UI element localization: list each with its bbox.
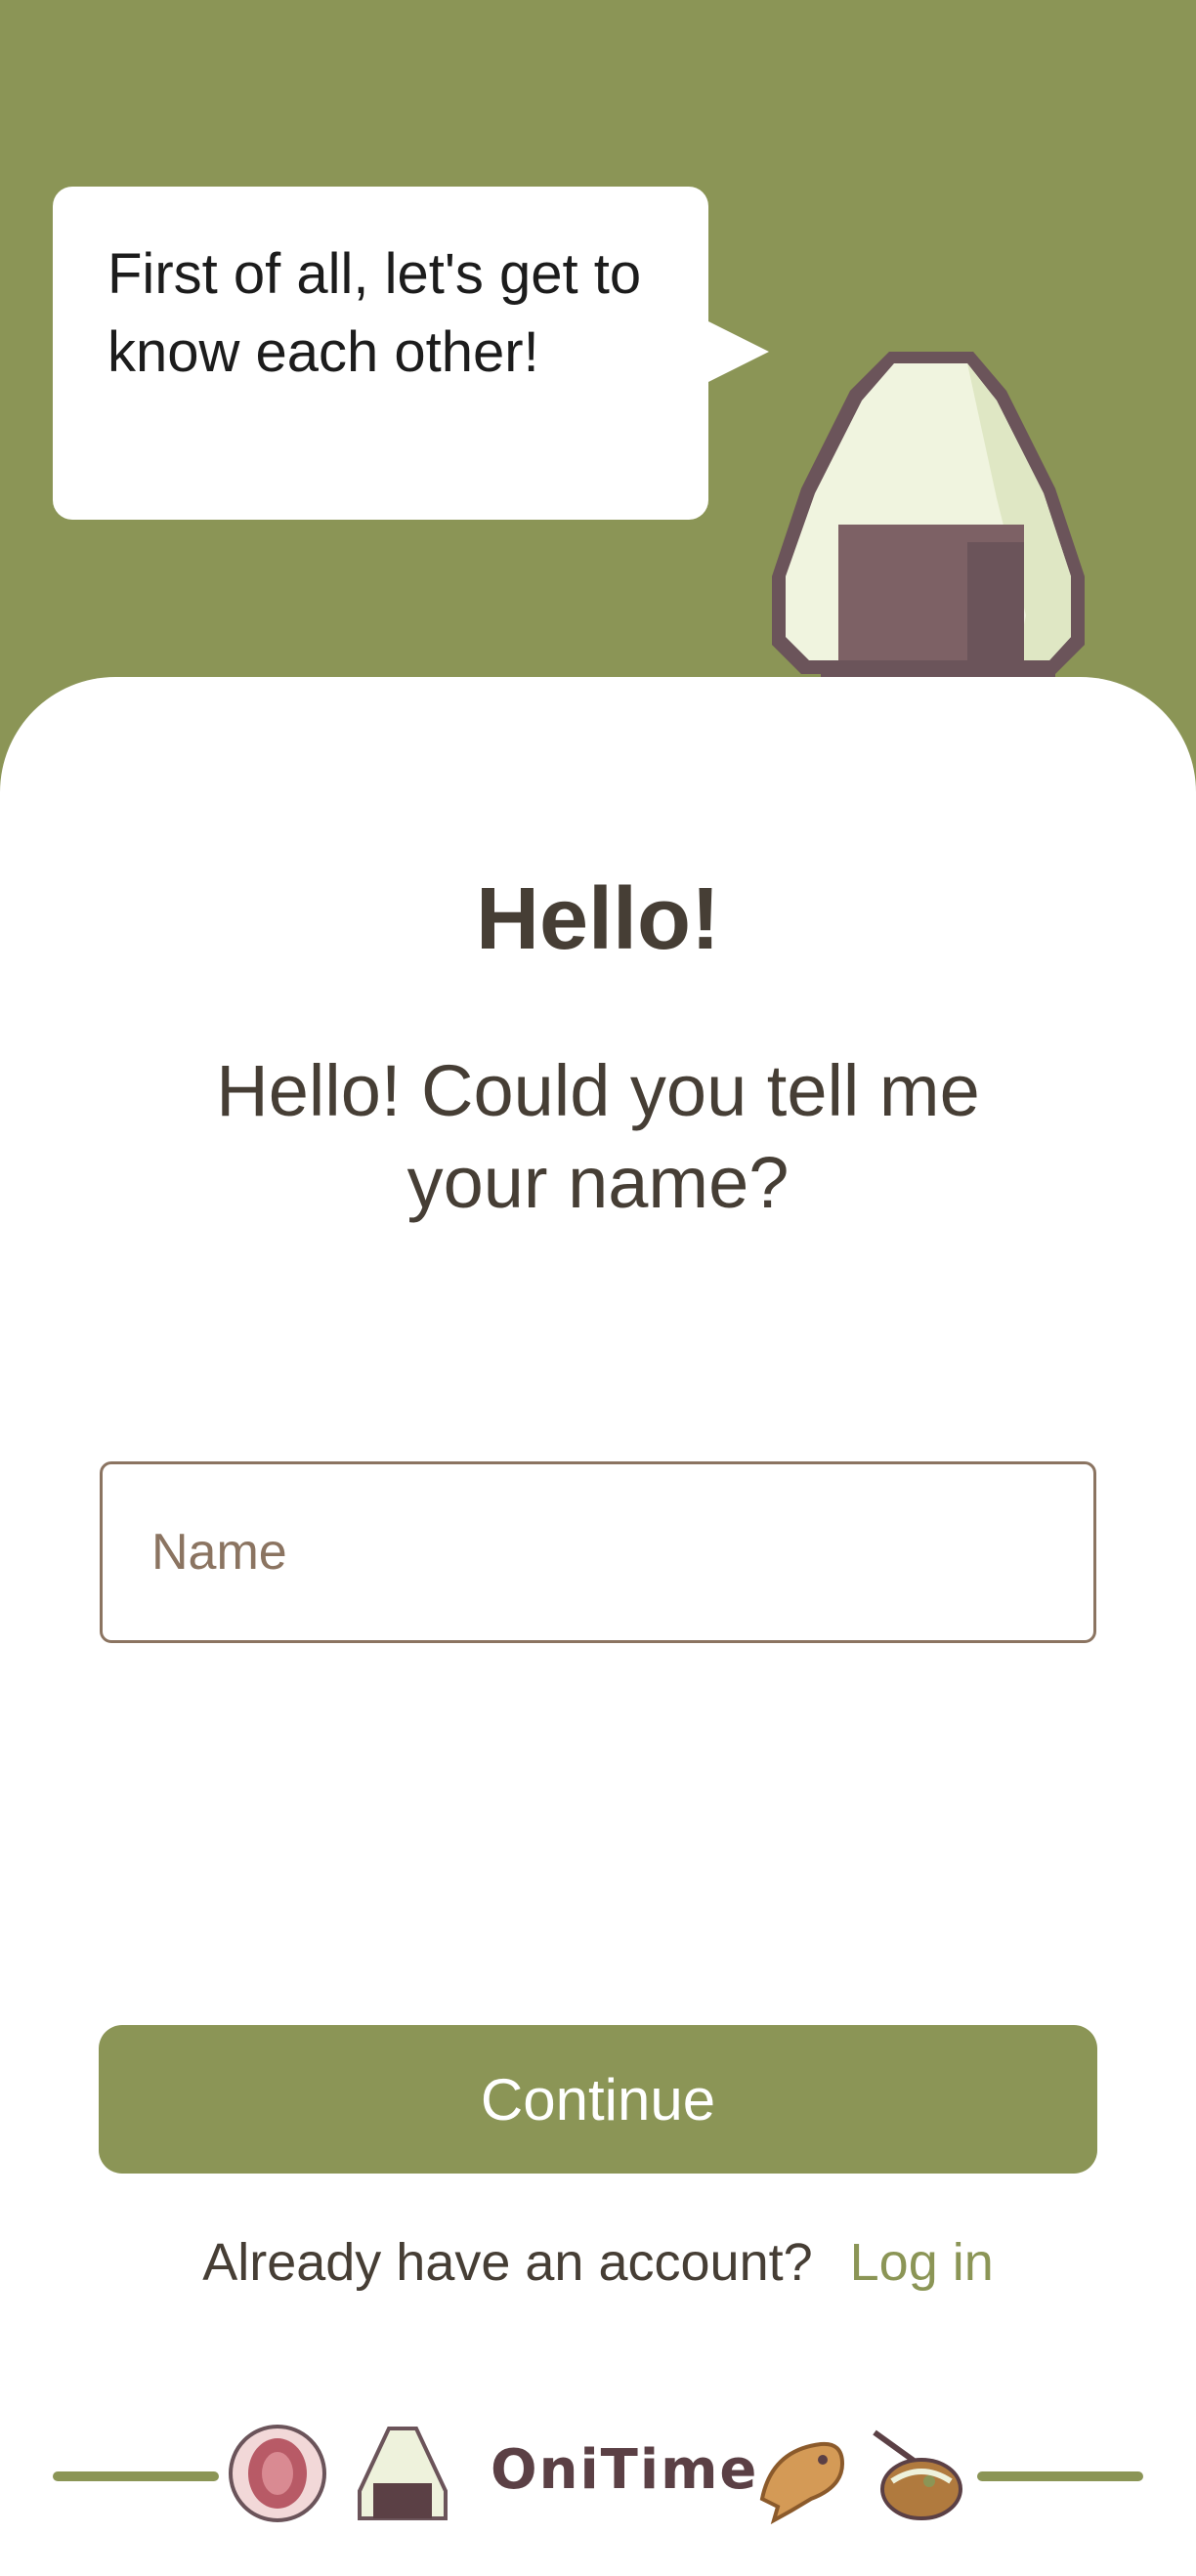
onigiri-mascot-icon	[772, 352, 1085, 729]
speech-bubble-text: First of all, let's get to know each oth…	[107, 242, 642, 384]
takoyaki-icon	[873, 2429, 962, 2520]
speech-bubble: First of all, let's get to know each oth…	[53, 187, 769, 520]
footer-right-divider	[977, 2471, 1143, 2481]
taiyaki-icon	[759, 2441, 845, 2524]
footer-brand-bar: OniTime	[0, 2423, 1196, 2530]
footer-left-divider	[53, 2471, 219, 2481]
page-title: Hello!	[475, 870, 720, 968]
page-subtitle: Hello! Could you tell me your name?	[216, 1050, 980, 1223]
name-input[interactable]	[100, 1461, 1096, 1643]
login-link[interactable]: Log in	[850, 2233, 994, 2292]
continue-button[interactable]: Continue	[99, 2025, 1097, 2174]
login-prompt: Already have an account?	[202, 2233, 813, 2292]
login-row: Already have an account? Log in	[0, 2232, 1196, 2293]
onitime-logo: OniTime	[491, 2438, 759, 2502]
onigiri-icon	[358, 2427, 448, 2520]
strawberry-daifuku-icon	[229, 2425, 326, 2522]
